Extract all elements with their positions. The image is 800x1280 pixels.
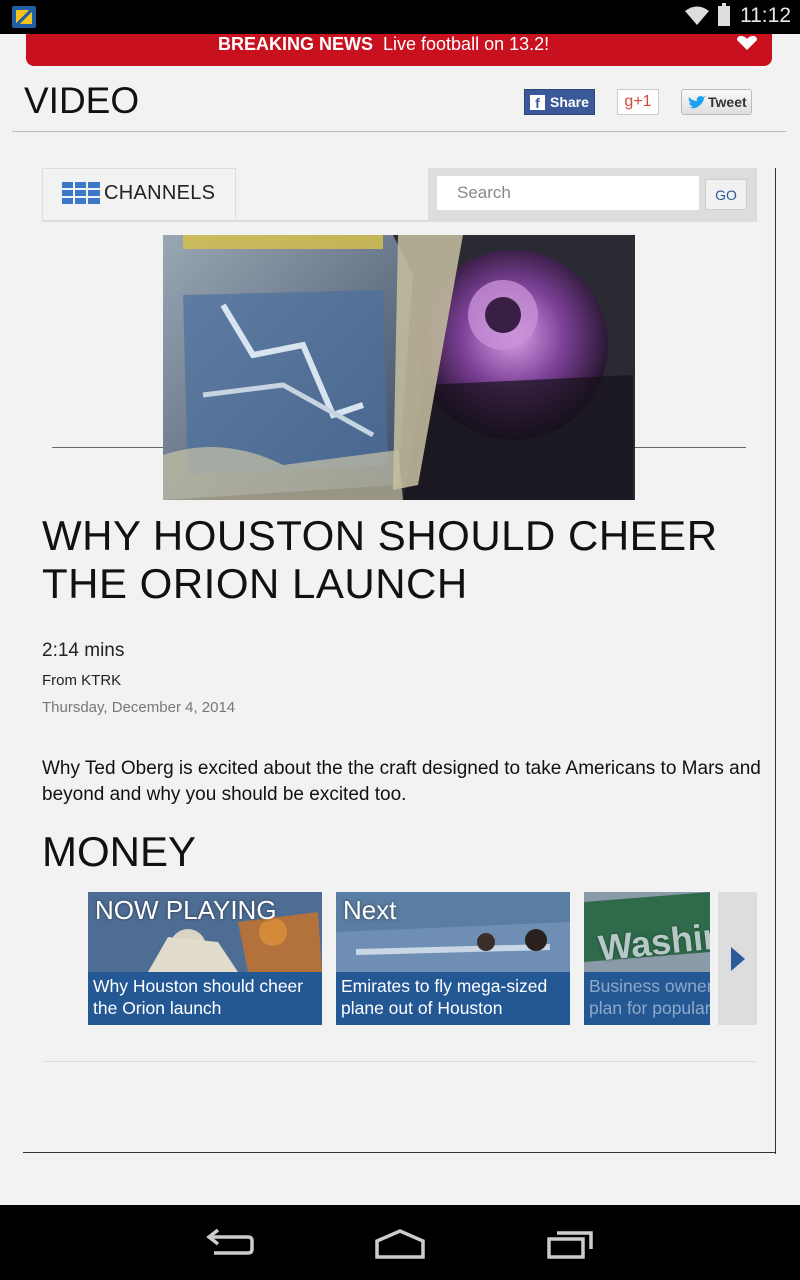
- carousel-status: Next: [343, 895, 397, 925]
- page-title: VIDEO: [24, 80, 140, 121]
- home-icon[interactable]: [370, 1227, 430, 1261]
- status-bar: 11:12: [0, 0, 800, 34]
- video-title: WHY HOUSTON SHOULD CHEER THE ORION LAUNC…: [42, 512, 718, 607]
- content-frame-border: [775, 168, 776, 1154]
- search-go-button[interactable]: GO: [705, 179, 747, 210]
- carousel-caption: Emirates to fly mega-sized plane out of …: [336, 972, 570, 1025]
- google-plus-button[interactable]: g+1: [617, 89, 659, 115]
- video-thumbnail-image: [163, 235, 635, 500]
- carousel-caption-line: plane out of Houston: [341, 998, 503, 1018]
- wifi-icon: [685, 6, 709, 25]
- search-bar: GO: [428, 168, 757, 220]
- carousel-caption-line: the Orion launch: [93, 998, 222, 1018]
- search-input[interactable]: [437, 176, 699, 210]
- carousel-caption-line: plan for popular: [589, 998, 710, 1018]
- breaking-news-text: Live football on 13.2!: [383, 34, 550, 54]
- share-label: Share: [550, 94, 589, 110]
- carousel-caption: Why Houston should cheer the Orion launc…: [88, 972, 322, 1025]
- carousel-item-upcoming[interactable]: Washington Business owner plan for popul…: [584, 892, 710, 1025]
- content-frame-border: [23, 1152, 776, 1153]
- facebook-icon: f: [530, 95, 545, 111]
- video-duration: 2:14 mins: [42, 640, 125, 661]
- clock: 11:12: [740, 4, 791, 27]
- video-description: Why Ted Oberg is excited about the the c…: [42, 758, 761, 805]
- video-player[interactable]: [163, 235, 635, 500]
- channels-grid-icon: [62, 182, 100, 204]
- carousel-divider: [42, 1061, 757, 1062]
- facebook-share-button[interactable]: f Share: [524, 89, 595, 115]
- carousel-status: NOW PLAYING: [95, 895, 277, 925]
- channels-tab[interactable]: CHANNELS: [42, 168, 236, 220]
- header-divider: [12, 131, 786, 132]
- chevron-right-icon: [731, 947, 745, 971]
- tweet-button[interactable]: Tweet: [681, 89, 752, 115]
- carousel-caption-line: Business owner: [589, 976, 710, 996]
- channels-label: CHANNELS: [104, 182, 216, 204]
- heart-icon[interactable]: [736, 36, 758, 50]
- app-logo-icon: [12, 6, 36, 28]
- carousel-caption-line: Why Houston should cheer: [93, 976, 304, 996]
- back-icon[interactable]: [200, 1227, 260, 1261]
- tab-divider: [42, 220, 757, 222]
- tweet-label: Tweet: [708, 94, 747, 110]
- recent-apps-icon[interactable]: [540, 1227, 600, 1261]
- carousel-item-now-playing[interactable]: NOW PLAYING Why Houston should cheer the…: [88, 892, 322, 1025]
- carousel-next-button[interactable]: [718, 892, 757, 1025]
- video-source: From KTRK: [42, 672, 122, 689]
- battery-icon: [718, 3, 730, 26]
- twitter-bird-icon: [688, 96, 706, 109]
- breaking-news-label: BREAKING NEWS: [218, 34, 374, 54]
- navigation-bar: [0, 1205, 800, 1280]
- carousel-caption: Business owner plan for popular: [584, 972, 710, 1025]
- carousel-item-next[interactable]: Next Emirates to fly mega-sized plane ou…: [336, 892, 570, 1025]
- section-title: MONEY: [42, 828, 197, 875]
- carousel-caption-line: Emirates to fly mega-sized: [341, 976, 548, 996]
- video-date: Thursday, December 4, 2014: [42, 699, 236, 716]
- breaking-news-banner[interactable]: BREAKING NEWS Live football on 13.2!: [26, 34, 772, 66]
